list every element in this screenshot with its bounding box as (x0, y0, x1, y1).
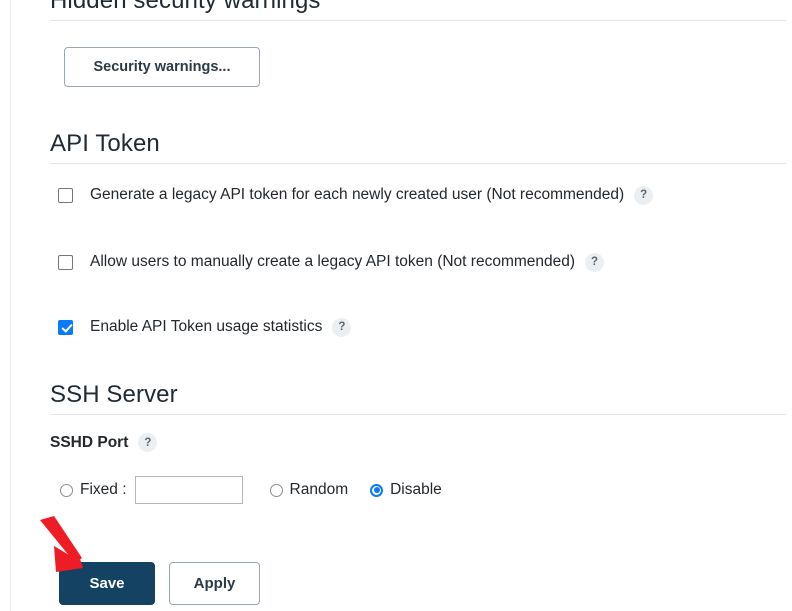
checkbox-row-allow-manual-token[interactable]: Allow users to manually create a legacy … (58, 252, 605, 272)
radio-option-fixed[interactable]: Fixed : (60, 481, 127, 499)
security-warnings-button[interactable]: Security warnings... (64, 47, 260, 87)
sshd-port-mode-group: Fixed : Random Disable (60, 476, 442, 504)
radio-label: Fixed : (80, 481, 127, 498)
section-divider (50, 414, 786, 415)
section-heading-text: API Token (50, 130, 160, 157)
checkbox-label: Allow users to manually create a legacy … (90, 253, 576, 270)
radio-fixed[interactable] (60, 483, 73, 497)
radio-option-disable[interactable]: Disable (370, 481, 442, 499)
sshd-port-label-text: SSHD Port (50, 433, 129, 451)
help-icon[interactable]: ? (585, 252, 605, 272)
section-heading-hidden-security-warnings: Hidden security warnings (50, 0, 786, 21)
checkbox-allow-manual-token[interactable] (58, 254, 73, 270)
checkbox-generate-legacy-token[interactable] (58, 187, 73, 203)
save-button[interactable]: Save (59, 562, 155, 605)
radio-option-random[interactable]: Random (269, 481, 349, 499)
sshd-port-label: SSHD Port ? (50, 433, 158, 452)
checkbox-enable-usage-statistics[interactable] (58, 319, 73, 335)
apply-button[interactable]: Apply (169, 562, 260, 605)
radio-label: Disable (390, 481, 442, 498)
section-heading-api-token: API Token (50, 130, 786, 164)
sshd-port-input[interactable] (134, 476, 243, 504)
page-left-divider (10, 0, 11, 611)
section-heading-ssh-server: SSH Server (50, 381, 786, 415)
radio-label: Random (289, 481, 349, 498)
checkbox-label: Enable API Token usage statistics (90, 318, 323, 335)
checkbox-row-generate-legacy-token[interactable]: Generate a legacy API token for each new… (58, 185, 654, 205)
radio-disable[interactable] (370, 483, 384, 497)
section-heading-text: SSH Server (50, 381, 178, 408)
section-heading-text: Hidden security warnings (50, 0, 321, 14)
help-icon[interactable]: ? (138, 433, 158, 452)
help-icon[interactable]: ? (634, 185, 654, 205)
checkbox-label: Generate a legacy API token for each new… (90, 186, 625, 203)
radio-random[interactable] (269, 483, 283, 497)
section-divider (50, 20, 786, 21)
settings-page: Hidden security warnings Security warnin… (0, 0, 792, 611)
section-divider (50, 163, 786, 164)
checkbox-row-enable-usage-statistics[interactable]: Enable API Token usage statistics ? (58, 317, 352, 337)
help-icon[interactable]: ? (332, 317, 352, 337)
